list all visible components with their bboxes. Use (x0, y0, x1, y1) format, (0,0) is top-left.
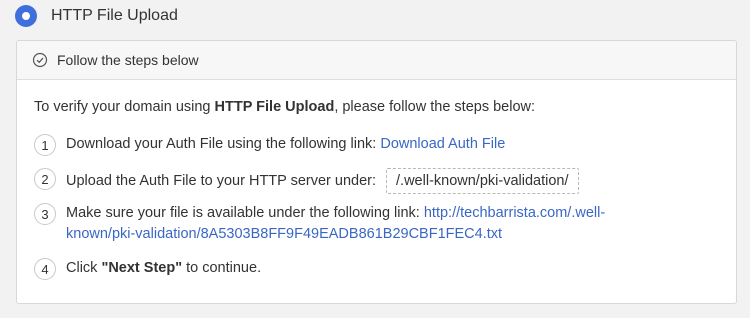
step-1-text: Download your Auth File using the follow… (66, 136, 381, 152)
step-number: 1 (34, 134, 56, 156)
step-text: Click "Next Step" to continue. (66, 258, 261, 279)
panel-header-title: Follow the steps below (57, 52, 199, 68)
intro-method: HTTP File Upload (214, 99, 335, 115)
intro-post: , please follow the steps below: (334, 99, 536, 115)
step-number: 4 (34, 258, 56, 280)
download-auth-file-link[interactable]: Download Auth File (380, 136, 505, 152)
panel-header: Follow the steps below (17, 41, 736, 80)
step-2-text: Upload the Auth File to your HTTP server… (66, 172, 377, 189)
step-1: 1 Download your Auth File using the foll… (34, 134, 505, 156)
step-text: Download your Auth File using the follow… (66, 134, 505, 155)
auth-file-url-line-2[interactable]: known/pki-validation/8A5303B8FF9F49EADB8… (66, 226, 502, 242)
steps-panel: Follow the steps below To verify your do… (16, 40, 737, 304)
option-title: HTTP File Upload (51, 7, 178, 24)
radio-dot (22, 12, 30, 20)
step-4-post: to continue. (182, 260, 262, 276)
next-step-label: "Next Step" (101, 260, 183, 276)
step-3-text: Make sure your file is available under t… (66, 205, 424, 221)
intro-pre: To verify your domain using (34, 99, 215, 115)
step-number: 3 (34, 203, 56, 225)
validation-path-box[interactable]: /.well-known/pki-validation/ (386, 168, 579, 194)
step-text: Make sure your file is available under t… (66, 203, 605, 245)
step-4-pre: Click (66, 260, 102, 276)
http-file-upload-option[interactable]: HTTP File Upload (15, 5, 178, 27)
step-text: Upload the Auth File to your HTTP server… (66, 168, 579, 194)
auth-file-url-line-1[interactable]: http://techbarrista.com/.well- (424, 205, 605, 221)
step-2: 2 Upload the Auth File to your HTTP serv… (34, 168, 579, 194)
radio-selected-icon[interactable] (15, 5, 37, 27)
intro-text: To verify your domain using HTTP File Up… (34, 99, 535, 115)
check-circle-icon (32, 52, 48, 68)
step-number: 2 (34, 168, 56, 190)
step-3: 3 Make sure your file is available under… (34, 203, 605, 245)
step-4: 4 Click "Next Step" to continue. (34, 258, 261, 280)
